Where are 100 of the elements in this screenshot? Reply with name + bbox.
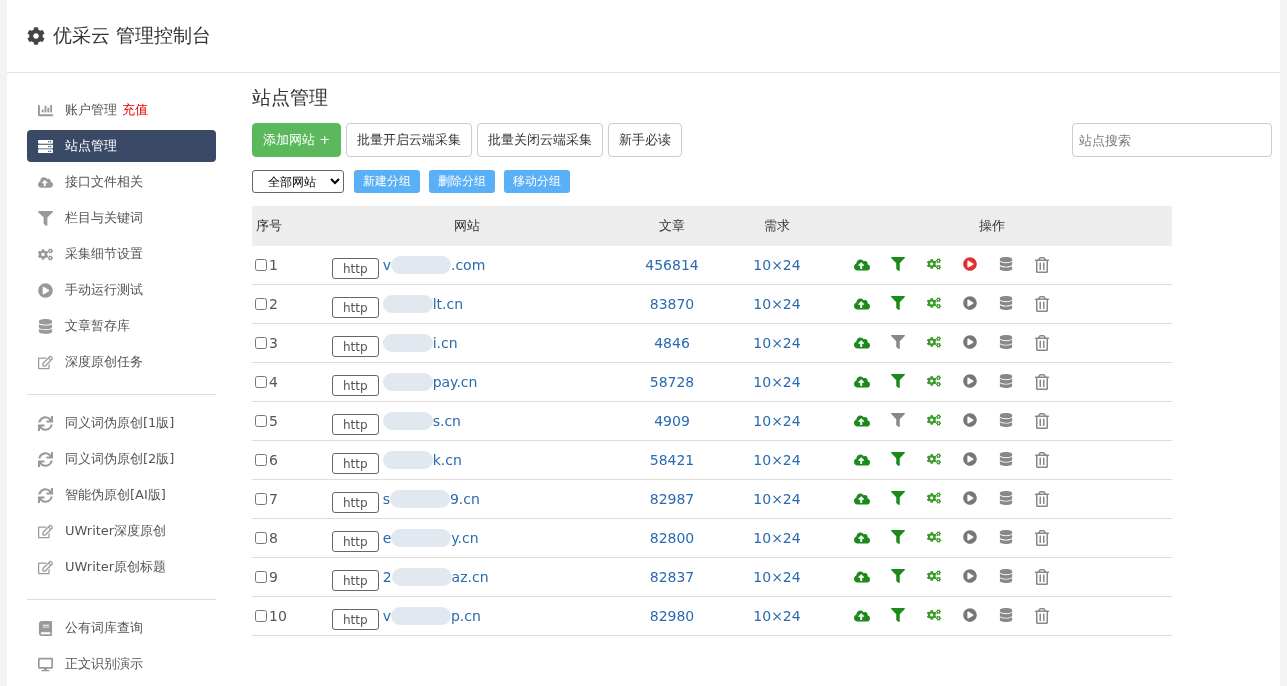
sidebar-item[interactable]: 公有词库查询 <box>27 612 216 644</box>
sidebar-item[interactable]: 栏目与关键词 <box>27 202 216 234</box>
row-checkbox[interactable] <box>255 337 267 349</box>
gears-icon[interactable] <box>927 452 941 466</box>
cloud-upload-icon[interactable] <box>854 296 870 312</box>
gears-icon[interactable] <box>927 335 941 349</box>
database-icon[interactable] <box>999 296 1013 310</box>
play-icon[interactable] <box>963 608 977 622</box>
trash-icon[interactable] <box>1034 257 1050 273</box>
search-field[interactable]: 站点搜索 <box>1072 123 1272 157</box>
toolbar-button[interactable]: 批量开启云端采集 <box>346 123 473 157</box>
cloud-upload-icon[interactable] <box>854 452 870 468</box>
filter-icon[interactable] <box>891 374 905 388</box>
row-checkbox[interactable] <box>255 493 267 505</box>
sidebar-item[interactable]: 智能伪原创[AI版] <box>27 479 216 511</box>
sidebar-item[interactable]: UWriter原创标题 <box>27 551 216 583</box>
sidebar-item[interactable]: UWriter深度原创 <box>27 515 216 547</box>
toolbar-button[interactable]: 新手必读 <box>608 123 683 157</box>
edit-icon <box>38 354 53 370</box>
cloud-upload-icon[interactable] <box>854 491 870 507</box>
row-checkbox[interactable] <box>255 532 267 544</box>
row-checkbox[interactable] <box>255 415 267 427</box>
play-icon[interactable] <box>963 569 977 583</box>
database-icon[interactable] <box>999 335 1013 349</box>
gears-icon[interactable] <box>927 413 941 427</box>
trash-icon[interactable] <box>1034 413 1050 429</box>
row-checkbox[interactable] <box>255 298 267 310</box>
sidebar-item[interactable]: 正文识别演示 <box>27 648 216 680</box>
domain-text: 2 <box>382 569 392 585</box>
sidebar-item[interactable]: 账户管理 充值 <box>27 94 216 126</box>
gears-icon[interactable] <box>927 530 941 544</box>
gears-icon[interactable] <box>927 374 941 388</box>
sidebar-item[interactable]: 深度原创任务 <box>27 346 216 378</box>
trash-icon[interactable] <box>1034 530 1050 546</box>
filter-icon[interactable] <box>891 530 905 544</box>
play-icon[interactable] <box>963 257 977 271</box>
cloud-upload-icon[interactable] <box>854 257 870 273</box>
play-icon[interactable] <box>963 296 977 310</box>
row-checkbox[interactable] <box>255 610 267 622</box>
sidebar-item[interactable]: 同义词伪原创[2版] <box>27 443 216 475</box>
demand-cell-text: 10×24 <box>752 530 802 546</box>
cloud-upload-icon[interactable] <box>854 335 870 351</box>
trash-icon[interactable] <box>1034 374 1050 390</box>
database-icon[interactable] <box>999 491 1013 505</box>
row-checkbox[interactable] <box>255 454 267 466</box>
filter-icon[interactable] <box>891 257 905 271</box>
play-icon[interactable] <box>963 374 977 388</box>
filter-icon[interactable] <box>891 335 905 349</box>
filter-icon <box>38 210 53 226</box>
filter-icon[interactable] <box>891 569 905 583</box>
row-number: 5 <box>269 413 278 429</box>
filter-icon[interactable] <box>891 413 905 427</box>
cloud-upload-icon[interactable] <box>854 530 870 546</box>
sidebar-item[interactable]: 接口文件相关 <box>27 166 216 198</box>
gears-icon[interactable] <box>927 257 941 271</box>
gears-icon[interactable] <box>927 569 941 583</box>
toolbar-button[interactable]: 批量关闭云端采集 <box>477 123 604 157</box>
blur-patch <box>382 295 433 313</box>
filter-icon[interactable] <box>891 452 905 466</box>
row-checkbox[interactable] <box>255 376 267 388</box>
row-checkbox[interactable] <box>255 259 267 271</box>
database-icon[interactable] <box>999 452 1013 466</box>
database-icon[interactable] <box>999 569 1013 583</box>
gears-icon[interactable] <box>927 296 941 310</box>
trash-icon[interactable] <box>1034 491 1050 507</box>
filter-icon[interactable] <box>891 608 905 622</box>
demand-cell-text: 10×24 <box>752 491 802 507</box>
database-icon[interactable] <box>999 413 1013 427</box>
cloud-upload-icon[interactable] <box>854 569 870 585</box>
filter-icon[interactable] <box>891 491 905 505</box>
play-icon <box>38 282 53 298</box>
trash-icon[interactable] <box>1034 335 1050 351</box>
trash-icon[interactable] <box>1034 452 1050 468</box>
cloud-upload-icon[interactable] <box>854 374 870 390</box>
sidebar-item[interactable]: 手动运行测试 <box>27 274 216 306</box>
monitor-icon <box>38 656 53 672</box>
trash-icon[interactable] <box>1034 569 1050 585</box>
gears-icon[interactable] <box>927 608 941 622</box>
group-select[interactable]: 全部网站 <box>252 170 344 193</box>
database-icon[interactable] <box>999 257 1013 271</box>
sidebar-item[interactable]: 站点管理 <box>27 130 216 162</box>
row-checkbox[interactable] <box>255 571 267 583</box>
cloud-upload-icon[interactable] <box>854 413 870 429</box>
play-icon[interactable] <box>963 413 977 427</box>
sidebar-item[interactable]: 同义词伪原创[1版] <box>27 407 216 439</box>
sidebar-item[interactable]: 文章暂存库 <box>27 310 216 342</box>
database-icon[interactable] <box>999 530 1013 544</box>
gears-icon[interactable] <box>927 491 941 505</box>
cloud-upload-icon[interactable] <box>854 608 870 624</box>
database-icon[interactable] <box>999 608 1013 622</box>
trash-icon[interactable] <box>1034 296 1050 312</box>
recharge-link[interactable]: 充值 <box>122 101 148 119</box>
play-icon[interactable] <box>963 452 977 466</box>
play-icon[interactable] <box>963 335 977 349</box>
play-icon[interactable] <box>963 491 977 505</box>
trash-icon[interactable] <box>1034 608 1050 624</box>
sidebar-item[interactable]: 采集细节设置 <box>27 238 216 270</box>
play-icon[interactable] <box>963 530 977 544</box>
filter-icon[interactable] <box>891 296 905 310</box>
database-icon[interactable] <box>999 374 1013 388</box>
